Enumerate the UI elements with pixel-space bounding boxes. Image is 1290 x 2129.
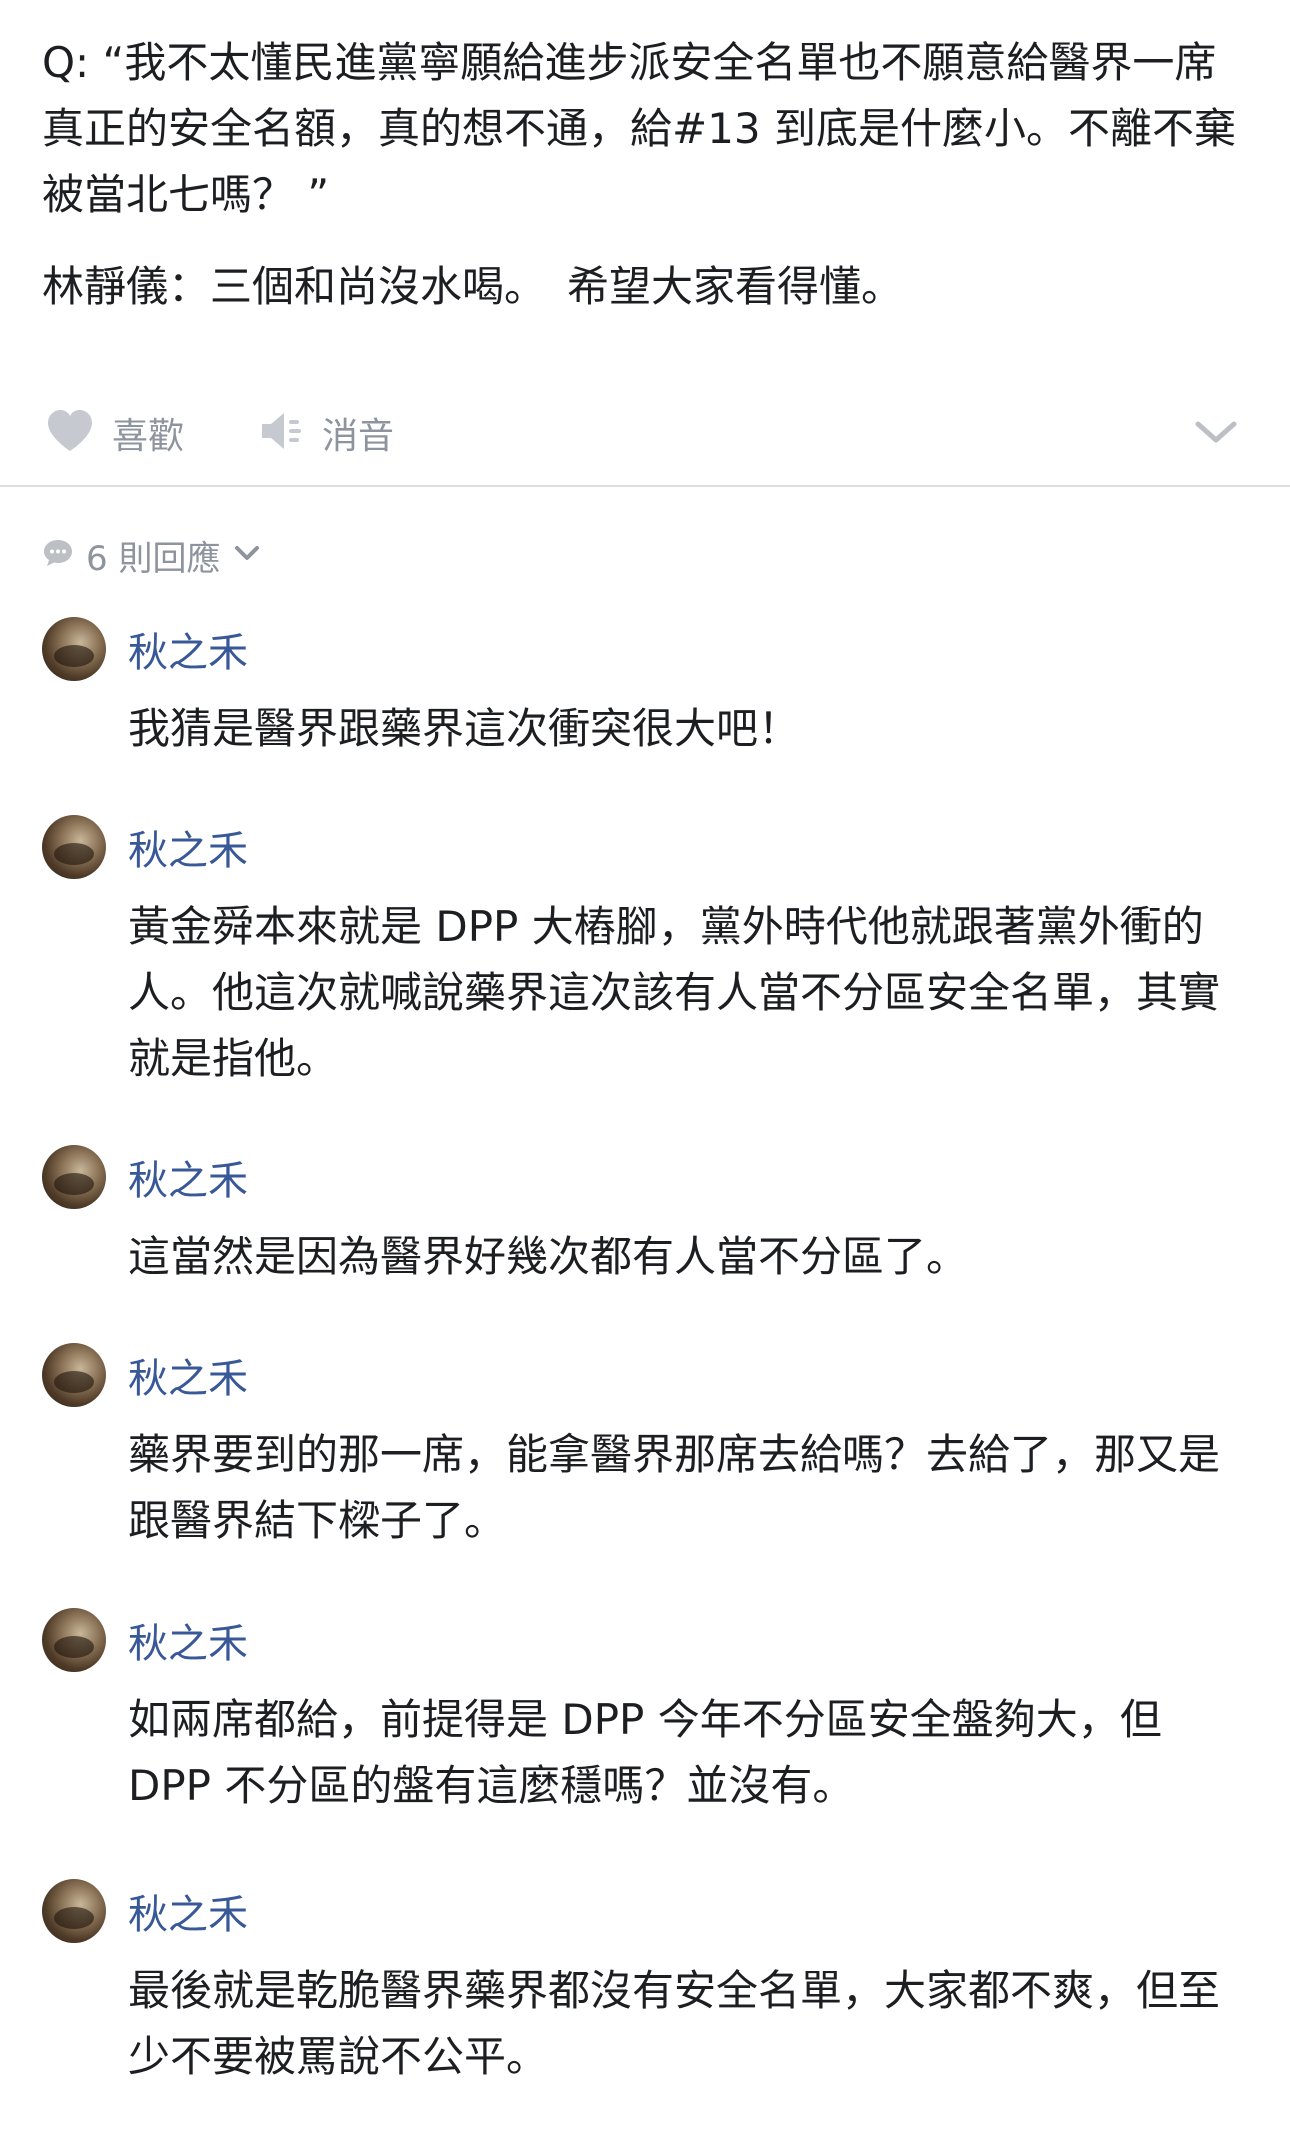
avatar[interactable]: [42, 1879, 106, 1943]
comment-header: 秋之禾: [42, 1878, 1252, 1944]
post-answer-text: 林靜儀：三個和尚沒水喝。 希望大家看得懂。: [42, 262, 904, 311]
post-options-chevron-icon[interactable]: [1192, 412, 1240, 452]
like-button[interactable]: 喜歡: [46, 400, 184, 466]
comment-author[interactable]: 秋之禾: [128, 1148, 248, 1206]
mute-label: 消音: [322, 416, 395, 457]
section-divider: [0, 485, 1290, 487]
comment-header: 秋之禾: [42, 1607, 1252, 1673]
comments-toggle[interactable]: 6 則回應: [42, 525, 262, 585]
comment-header: 秋之禾: [42, 1144, 1252, 1210]
avatar[interactable]: [42, 815, 106, 879]
comment-text: 如兩席都給，前提得是 DPP 今年不分區安全盤夠大，但 DPP 不分區的盤有這麼…: [128, 1695, 1162, 1810]
comment-header: 秋之禾: [42, 616, 1252, 682]
avatar[interactable]: [42, 1343, 106, 1407]
comment-text: 黃金舜本來就是 DPP 大樁腳，黨外時代他就跟著黨外衝的人。他這次就喊說藥界這次…: [128, 902, 1221, 1083]
comment-text: 這當然是因為醫界好幾次都有人當不分區了。: [128, 1232, 969, 1281]
comment-text: 藥界要到的那一席，能拿醫界那席去給嗎？去給了，那又是跟醫界結下樑子了。: [128, 1430, 1221, 1545]
comment-header: 秋之禾: [42, 814, 1252, 880]
comment-author[interactable]: 秋之禾: [128, 1611, 248, 1669]
comment-item: 秋之禾 藥界要到的那一席，能拿醫界那席去給嗎？去給了，那又是跟醫界結下樑子了。: [42, 1342, 1252, 1554]
comment-author[interactable]: 秋之禾: [128, 620, 248, 678]
post-body: Q: “我不太懂民進黨寧願給進步派安全名單也不願意給醫界一席真正的安全名額，真的…: [42, 30, 1242, 320]
comment-bubble-icon: [42, 538, 74, 572]
like-label: 喜歡: [112, 416, 185, 457]
comment-author[interactable]: 秋之禾: [128, 1882, 248, 1940]
comment-author[interactable]: 秋之禾: [128, 1346, 248, 1404]
comment-header: 秋之禾: [42, 1342, 1252, 1408]
avatar[interactable]: [42, 1145, 106, 1209]
comments-count: 6 則回應: [86, 538, 221, 579]
comment-item: 秋之禾 如兩席都給，前提得是 DPP 今年不分區安全盤夠大，但 DPP 不分區的…: [42, 1607, 1252, 1819]
comment-item: 秋之禾 最後就是乾脆醫界藥界都沒有安全名單，大家都不爽，但至少不要被罵說不公平。: [42, 1878, 1252, 2090]
avatar[interactable]: [42, 1608, 106, 1672]
comment-item: 秋之禾 黃金舜本來就是 DPP 大樁腳，黨外時代他就跟著黨外衝的人。他這次就喊說…: [42, 814, 1252, 1092]
comment-text: 我猜是醫界跟藥界這次衝突很大吧！: [128, 704, 801, 753]
comment-item: 秋之禾 我猜是醫界跟藥界這次衝突很大吧！: [42, 616, 1252, 762]
mute-button[interactable]: 消音: [260, 400, 394, 466]
heart-icon: [46, 409, 94, 457]
comment-item: 秋之禾 這當然是因為醫界好幾次都有人當不分區了。: [42, 1144, 1252, 1290]
post-question-text: Q: “我不太懂民進黨寧願給進步派安全名單也不願意給醫界一席真正的安全名額，真的…: [42, 38, 1236, 219]
avatar[interactable]: [42, 617, 106, 681]
comment-text: 最後就是乾脆醫界藥界都沒有安全名單，大家都不爽，但至少不要被罵說不公平。: [128, 1966, 1221, 2081]
comment-author[interactable]: 秋之禾: [128, 818, 248, 876]
post-action-bar: 喜歡 消音: [0, 400, 1290, 466]
speaker-mute-icon: [260, 409, 304, 457]
chevron-down-icon: [232, 542, 262, 568]
